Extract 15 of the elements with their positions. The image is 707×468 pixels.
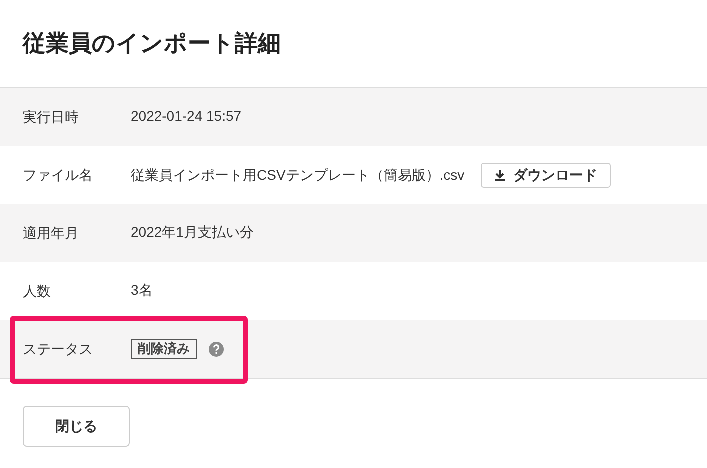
download-icon [494,168,506,182]
field-label: ステータス [23,340,94,358]
help-icon[interactable] [209,342,224,356]
dialog-title: 従業員のインポート詳細 [23,29,281,58]
field-label: 人数 [23,282,52,300]
field-label: ファイル名 [23,166,94,184]
download-button[interactable]: ダウンロード [480,162,611,188]
field-value: 2022年1月支払い分 [131,224,254,240]
close-button[interactable]: 閉じる [23,406,130,447]
field-value: 2022-01-24 15:57 [131,108,242,124]
field-label: 適用年月 [23,224,80,242]
file-name: 従業員インポート用CSVテンプレート（簡易版）.csv [131,166,465,184]
field-value: 3名 [131,282,153,298]
status-badge: 削除済み [131,339,197,359]
field-label: 実行日時 [23,108,80,126]
